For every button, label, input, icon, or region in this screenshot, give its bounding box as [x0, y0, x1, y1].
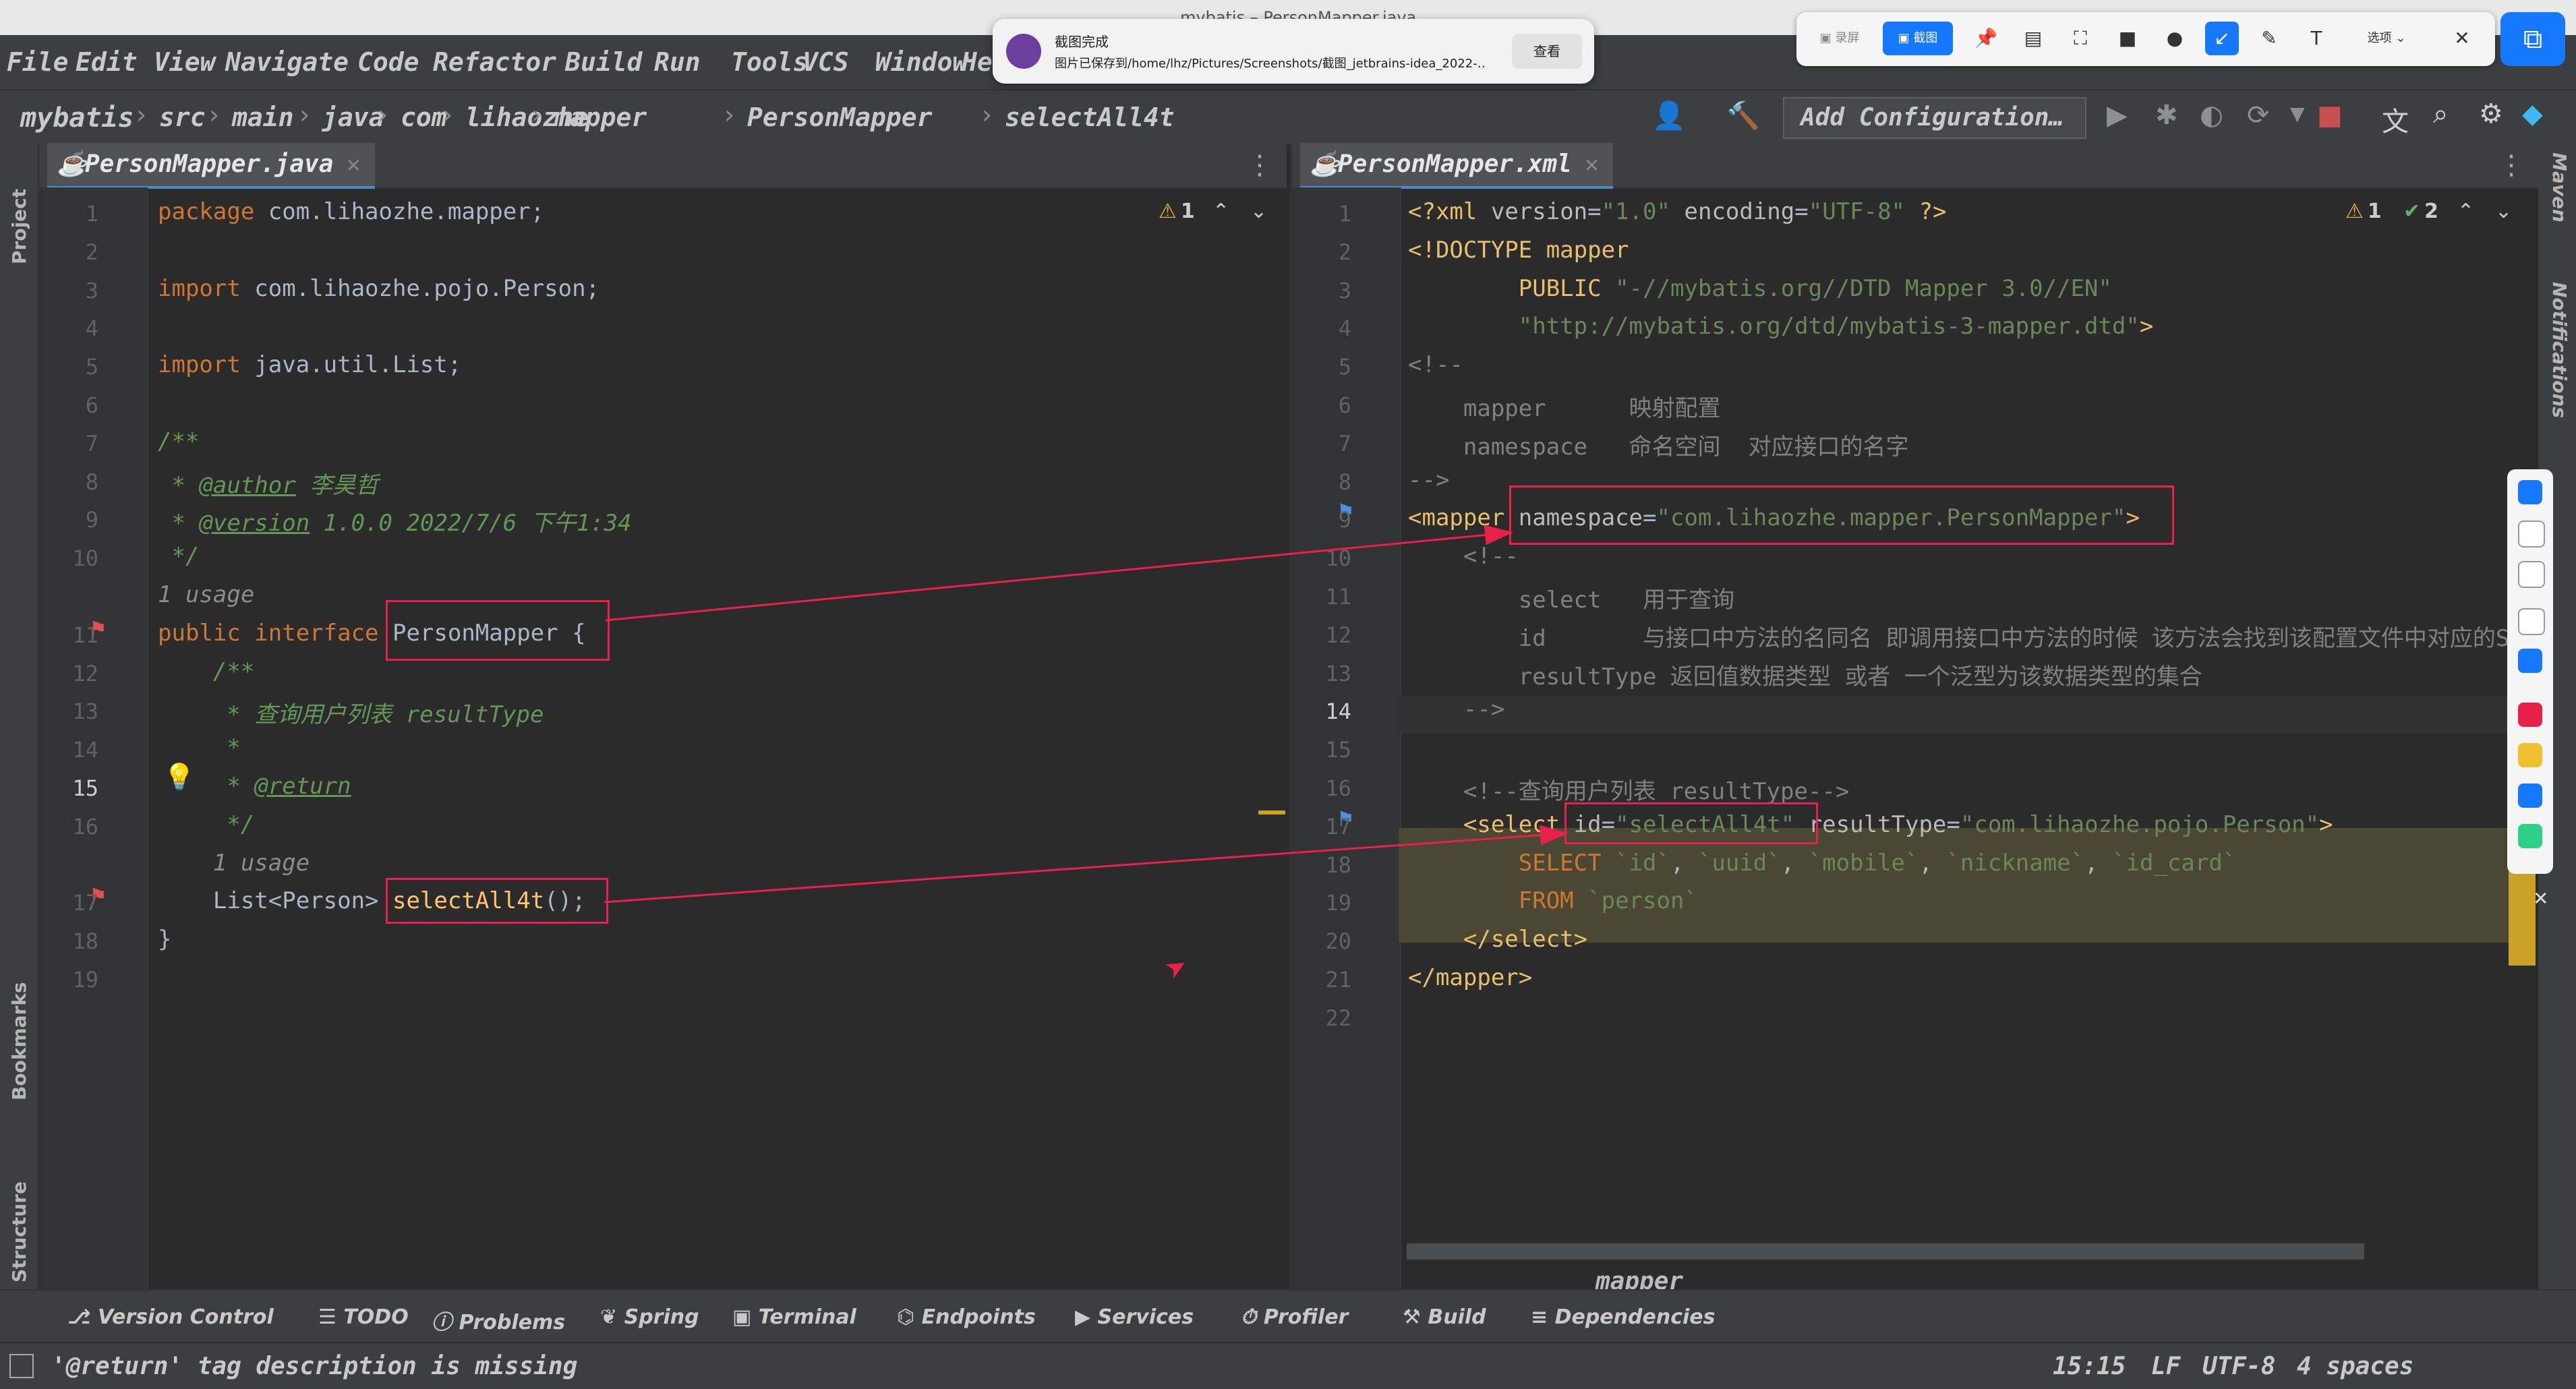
- tool-services[interactable]: ▶ Services: [1075, 1305, 1194, 1329]
- blur-icon[interactable]: ▤: [2016, 22, 2050, 55]
- record-button[interactable]: ▣ 录屏: [1805, 22, 1875, 55]
- screenshot-toolbar: ▣ 录屏 ▣ 截图 📌 ▤ ⛶ ■ ● ↙ ✎ T 选项 ⌄ ✕: [1796, 12, 2495, 66]
- color-palette: [2507, 469, 2553, 874]
- size-large-swatch[interactable]: [2518, 561, 2545, 588]
- notification-title: 截图完成: [1055, 34, 1109, 50]
- options-label: 选项: [2367, 31, 2392, 45]
- notification-body: 图片已保存到/home/lhz/Pictures/Screenshots/截图_…: [1055, 57, 1486, 71]
- screenshot-notification[interactable]: 截图完成 图片已保存到/home/lhz/Pictures/Screenshot…: [993, 19, 1594, 84]
- status-bar: '@return' tag description is missing 15:…: [0, 1342, 2576, 1389]
- app-icon: [1006, 34, 1041, 69]
- ellipse-icon[interactable]: ●: [2158, 22, 2192, 55]
- record-label: 录屏: [1835, 31, 1860, 45]
- color-blue-swatch[interactable]: [2518, 784, 2542, 808]
- color-red-swatch[interactable]: [2518, 703, 2542, 727]
- color-yellow-swatch[interactable]: [2518, 743, 2542, 767]
- close-icon[interactable]: ✕: [2445, 22, 2479, 55]
- size-medium-swatch[interactable]: [2518, 521, 2545, 548]
- tool-version-control[interactable]: ⎇ Version Control: [67, 1305, 274, 1329]
- tool-profiler[interactable]: ⏱ Profiler: [1241, 1305, 1348, 1329]
- cursor-position[interactable]: 15:15: [2053, 1353, 2126, 1380]
- rectangle-icon[interactable]: ■: [2111, 22, 2144, 55]
- arrow-tool-icon[interactable]: ↙: [2205, 22, 2239, 55]
- view-button[interactable]: 查看: [1512, 34, 1582, 69]
- screen-capture-icon[interactable]: ⧉: [2500, 12, 2565, 66]
- tool-terminal[interactable]: ▣ Terminal: [732, 1305, 856, 1329]
- text-tool-icon[interactable]: T: [2300, 22, 2333, 55]
- pin-icon[interactable]: 📌: [1969, 22, 2003, 55]
- capture-label: 截图: [1913, 31, 1938, 45]
- arrow-interface-to-namespace: [605, 525, 1513, 622]
- options-dropdown[interactable]: 选项 ⌄: [2347, 22, 2426, 55]
- tool-spring[interactable]: ❦ Spring: [600, 1305, 699, 1329]
- ocr-icon[interactable]: ⛶: [2063, 22, 2097, 55]
- tool-window-bar: ⎇ Version Control ☰ TODO ⓘ Problems ❦ Sprin…: [0, 1289, 2576, 1343]
- file-encoding[interactable]: UTF-8: [2202, 1353, 2275, 1380]
- tool-dependencies[interactable]: ≡ Dependencies: [1531, 1305, 1715, 1329]
- tool-todo[interactable]: ☰ TODO: [318, 1305, 409, 1329]
- arrow-method-to-select: [604, 825, 1569, 904]
- indent-setting[interactable]: 4 spaces: [2297, 1353, 2413, 1380]
- status-message: '@return' tag description is missing: [51, 1353, 578, 1380]
- capture-button[interactable]: ▣ 截图: [1883, 22, 1953, 55]
- color-green-swatch[interactable]: [2518, 824, 2542, 848]
- tool-build[interactable]: ⚒ Build: [1403, 1305, 1486, 1329]
- line-separator[interactable]: LF: [2151, 1353, 2180, 1380]
- tool-endpoints[interactable]: ⌬ Endpoints: [897, 1305, 1036, 1329]
- size-small-swatch[interactable]: [2518, 480, 2542, 504]
- arrow-style-swatch[interactable]: [2518, 649, 2542, 673]
- annotation-arrows: [604, 525, 1569, 904]
- line-style-swatch[interactable]: [2518, 608, 2545, 635]
- tool-problems[interactable]: ⓘ Problems: [432, 1305, 565, 1335]
- status-toggle-icon[interactable]: [9, 1354, 34, 1378]
- pen-icon[interactable]: ✎: [2252, 22, 2286, 55]
